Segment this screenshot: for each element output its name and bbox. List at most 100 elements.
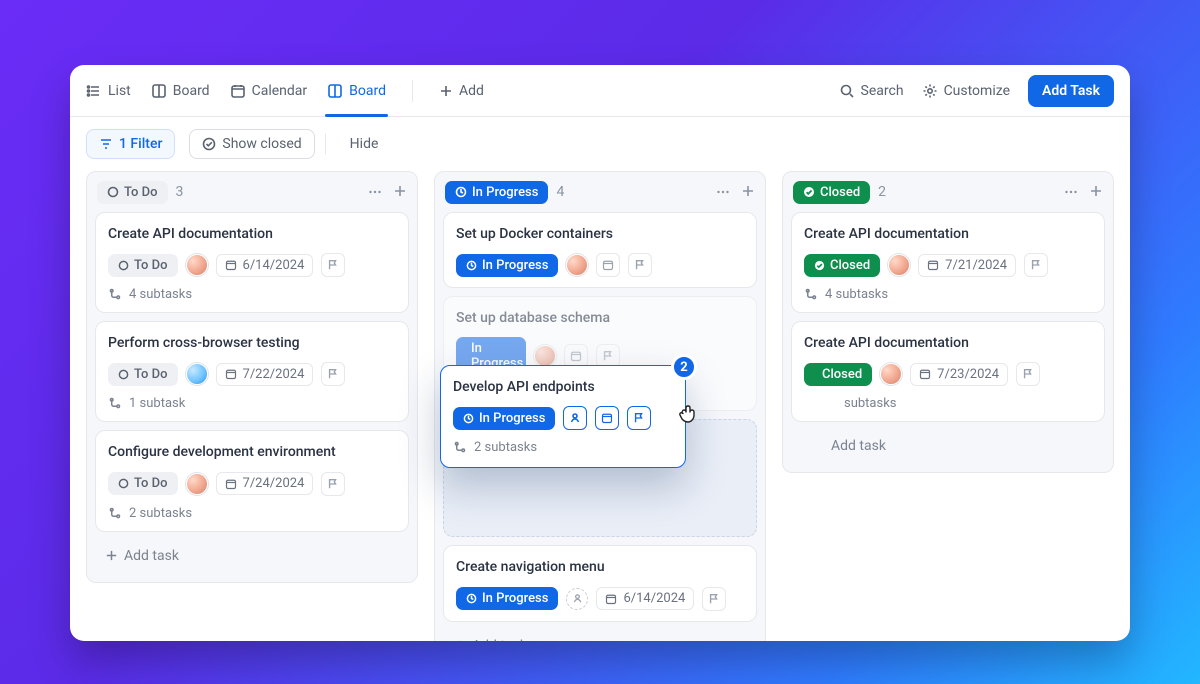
- subtasks-row[interactable]: subtasks: [804, 396, 1092, 411]
- subtasks-row[interactable]: 2 subtasks: [453, 440, 673, 455]
- date-chip[interactable]: 7/21/2024: [918, 254, 1016, 277]
- column-add-button[interactable]: [741, 184, 755, 200]
- card-status-label: In Progress: [482, 258, 548, 273]
- date-chip[interactable]: 6/14/2024: [596, 587, 694, 610]
- task-card[interactable]: Set up Docker containers In Progress: [443, 212, 757, 288]
- card-status-pill[interactable]: To Do: [108, 472, 178, 495]
- tab-label: Board: [349, 83, 386, 99]
- card-status-pill[interactable]: In Progress: [456, 254, 558, 277]
- card-meta: In Progress: [456, 253, 744, 277]
- calendar-icon: [225, 368, 237, 380]
- circle-icon: [118, 369, 129, 380]
- card-status-pill[interactable]: Closed: [804, 254, 880, 277]
- add-view-label: Add: [459, 83, 484, 99]
- column-more-button[interactable]: [1063, 184, 1079, 200]
- unassigned-avatar[interactable]: [566, 588, 588, 610]
- add-task-row[interactable]: Add task: [791, 430, 1105, 462]
- date-button[interactable]: [596, 253, 620, 277]
- add-task-button[interactable]: Add Task: [1028, 75, 1114, 107]
- assignee-avatar[interactable]: [186, 363, 208, 385]
- task-card[interactable]: Create API documentation Closed 7/21/202…: [791, 212, 1105, 313]
- task-card[interactable]: Create API documentation Closed 7/23/202…: [791, 321, 1105, 422]
- filter-label: 1 Filter: [119, 136, 162, 152]
- more-icon: [367, 184, 383, 200]
- date-button[interactable]: [595, 406, 619, 430]
- task-card[interactable]: Create navigation menu In Progress 6/14/…: [443, 545, 757, 621]
- flag-button[interactable]: [627, 406, 651, 430]
- more-icon: [1063, 184, 1079, 200]
- column-header: In Progress 4: [435, 172, 765, 212]
- flag-button[interactable]: [321, 472, 345, 496]
- task-card[interactable]: Create API documentation To Do 6/14/2024: [95, 212, 409, 313]
- status-label: In Progress: [472, 185, 538, 200]
- tab-board-active[interactable]: Board: [327, 65, 386, 116]
- card-status-pill[interactable]: To Do: [108, 363, 178, 386]
- tab-label: Calendar: [252, 83, 308, 99]
- date-label: 6/14/2024: [243, 258, 305, 273]
- assignee-avatar[interactable]: [186, 254, 208, 276]
- assignee-avatar[interactable]: [888, 254, 910, 276]
- progress-icon: [466, 593, 477, 604]
- flag-button[interactable]: [628, 253, 652, 277]
- flag-button[interactable]: [1016, 362, 1040, 386]
- column-add-button[interactable]: [1089, 184, 1103, 200]
- plus-icon: [453, 639, 466, 641]
- assignee-avatar[interactable]: [186, 473, 208, 495]
- calendar-icon: [602, 259, 614, 271]
- assignee-button[interactable]: [563, 406, 587, 430]
- task-card[interactable]: Perform cross-browser testing To Do 7/22…: [95, 321, 409, 422]
- date-label: 7/23/2024: [937, 367, 999, 382]
- tab-label: Board: [173, 83, 210, 99]
- status-pill-closed[interactable]: Closed: [793, 181, 870, 204]
- add-task-row[interactable]: Add task: [443, 630, 757, 641]
- column-body: Create API documentation Closed 7/21/202…: [783, 212, 1113, 472]
- tab-board[interactable]: Board: [151, 65, 210, 116]
- flag-button[interactable]: [321, 362, 345, 386]
- subtasks-row[interactable]: 1 subtask: [108, 396, 396, 411]
- tab-calendar[interactable]: Calendar: [230, 65, 308, 116]
- flag-button[interactable]: [1024, 253, 1048, 277]
- subtasks-row[interactable]: 4 subtasks: [804, 287, 1092, 302]
- customize-button[interactable]: Customize: [922, 83, 1010, 99]
- column-header: To Do 3: [87, 172, 417, 212]
- date-chip[interactable]: 7/24/2024: [216, 472, 314, 495]
- assignee-avatar[interactable]: [566, 254, 588, 276]
- date-chip[interactable]: 6/14/2024: [216, 254, 314, 277]
- dragging-card[interactable]: 2 Develop API endpoints In Progress 2 su…: [440, 365, 686, 468]
- plus-icon: [1089, 184, 1103, 198]
- search-button[interactable]: Search: [839, 83, 904, 99]
- status-pill-in-progress[interactable]: In Progress: [445, 181, 548, 204]
- show-closed-chip[interactable]: Show closed: [189, 129, 314, 159]
- assignee-avatar[interactable]: [880, 363, 902, 385]
- circle-icon: [118, 478, 129, 489]
- subtasks-row[interactable]: 4 subtasks: [108, 287, 396, 302]
- date-chip[interactable]: 7/23/2024: [910, 363, 1008, 386]
- tab-list[interactable]: List: [86, 65, 131, 116]
- column-add-button[interactable]: [393, 184, 407, 200]
- hide-button[interactable]: Hide: [340, 130, 389, 158]
- card-status-pill[interactable]: In Progress: [453, 407, 555, 430]
- filter-chip[interactable]: 1 Filter: [86, 129, 175, 159]
- subtask-icon: [108, 397, 121, 410]
- column-more-button[interactable]: [715, 184, 731, 200]
- card-title: Set up database schema: [456, 309, 744, 327]
- search-label: Search: [861, 83, 904, 99]
- task-card[interactable]: Configure development environment To Do …: [95, 430, 409, 531]
- card-status-pill[interactable]: In Progress: [456, 587, 558, 610]
- subtasks-row[interactable]: 2 subtasks: [108, 506, 396, 521]
- status-pill-todo[interactable]: To Do: [97, 181, 168, 204]
- card-status-label: In Progress: [479, 411, 545, 426]
- flag-icon: [1030, 259, 1042, 271]
- add-view-button[interactable]: Add: [439, 65, 484, 116]
- date-chip[interactable]: 7/22/2024: [216, 363, 314, 386]
- column-more-button[interactable]: [367, 184, 383, 200]
- flag-button[interactable]: [321, 253, 345, 277]
- add-task-label: Add task: [831, 438, 886, 454]
- column-header: Closed 2: [783, 172, 1113, 212]
- customize-label: Customize: [944, 83, 1010, 99]
- topbar: List Board Calendar Board Add: [70, 65, 1130, 117]
- add-task-row[interactable]: Add task: [95, 540, 409, 572]
- card-status-pill[interactable]: To Do: [108, 254, 178, 277]
- flag-button[interactable]: [702, 587, 726, 611]
- card-status-pill[interactable]: Closed: [804, 363, 872, 386]
